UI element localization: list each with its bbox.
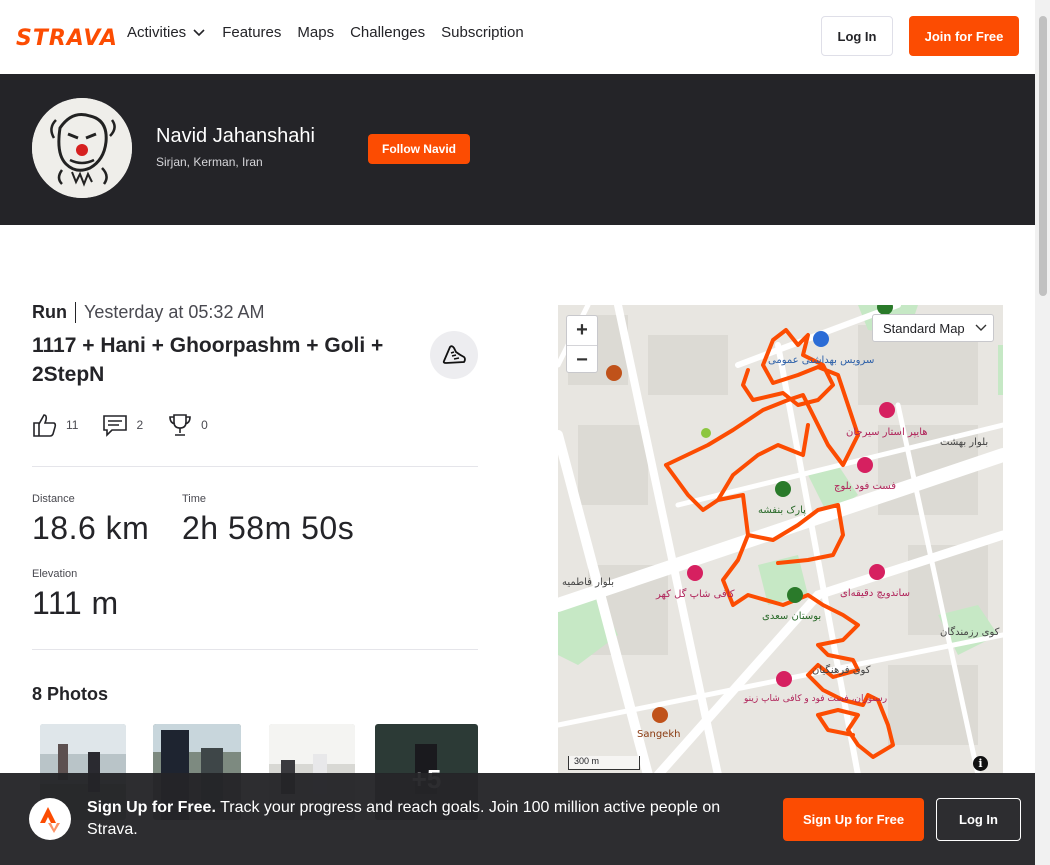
zoom-in-button[interactable]: + xyxy=(567,316,597,345)
top-nav: STRAVA Activities Features Maps Challeng… xyxy=(0,0,1035,74)
map-style-label: Standard Map xyxy=(883,320,965,336)
map-label: کافی شاپ گل کهر xyxy=(655,588,735,600)
shoe-button[interactable] xyxy=(430,331,478,379)
distance-label: Distance xyxy=(32,493,75,505)
activity-time: Yesterday at 05:32 AM xyxy=(84,302,265,322)
map-label: سرویس بهداشتی عمومی xyxy=(768,355,874,366)
nav-challenges[interactable]: Challenges xyxy=(350,24,425,41)
nav-activities-label: Activities xyxy=(127,24,187,41)
distance-value: 18.6 km xyxy=(32,510,150,546)
route-map[interactable]: سرویس بهداشتی عمومی هایپر استار سیرجان ف… xyxy=(558,305,1003,775)
kudos-count: 11 xyxy=(66,418,79,432)
map-label: کوی فرهنگیان xyxy=(812,664,871,676)
chevron-down-icon xyxy=(975,324,987,331)
scrollbar-thumb[interactable] xyxy=(1039,16,1047,296)
page: STRAVA Activities Features Maps Challeng… xyxy=(0,0,1050,865)
map-label: کوی رزمندگان xyxy=(940,626,1000,638)
follow-button[interactable]: Follow Navid xyxy=(368,134,470,164)
signup-button[interactable]: Sign Up for Free xyxy=(783,798,924,841)
join-button[interactable]: Join for Free xyxy=(909,16,1019,56)
map-scale: 300 m xyxy=(568,756,640,770)
kudos-group[interactable]: 11 xyxy=(32,412,78,438)
nav-features[interactable]: Features xyxy=(222,24,281,41)
comments-group[interactable]: 2 xyxy=(102,413,143,437)
map-style-select[interactable]: Standard Map xyxy=(872,314,994,342)
divider xyxy=(32,649,478,650)
info-icon[interactable]: i xyxy=(973,756,988,771)
map-label: بوستان سعدی xyxy=(762,611,821,622)
nav-links: Activities Features Maps Challenges Subs… xyxy=(127,24,524,41)
map-label: فست فود بلوچ xyxy=(834,481,896,492)
chevron-down-icon xyxy=(193,28,205,36)
athlete-banner: Navid Jahanshahi Sirjan, Kerman, Iran Fo… xyxy=(0,74,1035,225)
nav-subscription[interactable]: Subscription xyxy=(441,24,524,41)
trophy-icon xyxy=(169,414,191,436)
athlete-location: Sirjan, Kerman, Iran xyxy=(156,155,263,169)
signup-message: Sign Up for Free. Track your progress an… xyxy=(87,797,757,841)
comment-icon xyxy=(103,415,128,437)
nav-activities[interactable]: Activities xyxy=(127,24,206,41)
map-label: بلوار فاطمیه xyxy=(562,577,614,588)
athlete-name[interactable]: Navid Jahanshahi xyxy=(156,125,315,148)
map-label: پارک بنفشه xyxy=(758,505,806,516)
avatar-illustration xyxy=(32,98,132,198)
elevation-value: 111 m xyxy=(32,585,119,621)
strava-logo[interactable]: STRAVA xyxy=(16,26,118,51)
zoom-controls: + − xyxy=(566,315,598,373)
activity-header: Run Yesterday at 05:32 AM xyxy=(32,302,264,323)
signup-banner: Sign Up for Free. Track your progress an… xyxy=(0,773,1035,865)
map-label: ساندویچ دقیقه‌ای xyxy=(840,588,910,599)
thumbs-up-icon xyxy=(33,414,57,437)
activity-type: Run xyxy=(32,302,76,323)
divider xyxy=(32,466,478,467)
comment-count: 2 xyxy=(136,418,144,432)
signup-lead: Sign Up for Free. xyxy=(87,799,216,816)
map-label: بلوار بهشت xyxy=(940,437,988,448)
avatar[interactable] xyxy=(32,98,132,198)
elevation-label: Elevation xyxy=(32,568,78,580)
login-button[interactable]: Log In xyxy=(821,16,893,56)
nav-maps[interactable]: Maps xyxy=(297,24,334,41)
shoe-icon xyxy=(442,345,466,364)
strava-mark-icon xyxy=(29,798,71,840)
achievements-group[interactable]: 0 xyxy=(167,412,208,438)
zoom-out-button[interactable]: − xyxy=(567,345,597,374)
social-stats: 11 2 0 xyxy=(32,412,208,438)
map-label: هایپر استار سیرجان xyxy=(846,427,928,438)
achievement-count: 0 xyxy=(201,418,208,432)
map-canvas: سرویس بهداشتی عمومی هایپر استار سیرجان ف… xyxy=(558,305,1003,775)
time-value: 2h 58m 50s xyxy=(182,510,355,546)
photos-title: 8 Photos xyxy=(32,684,109,704)
activity-title: 1117 + Hani + Ghoorpashm + Goli + 2StepN xyxy=(32,334,384,386)
map-label: Sangekh xyxy=(637,729,680,740)
map-label: رستوران، فست فود و کافی شاپ زینو xyxy=(743,694,887,704)
time-label: Time xyxy=(182,493,207,505)
signup-login-button[interactable]: Log In xyxy=(936,798,1021,841)
